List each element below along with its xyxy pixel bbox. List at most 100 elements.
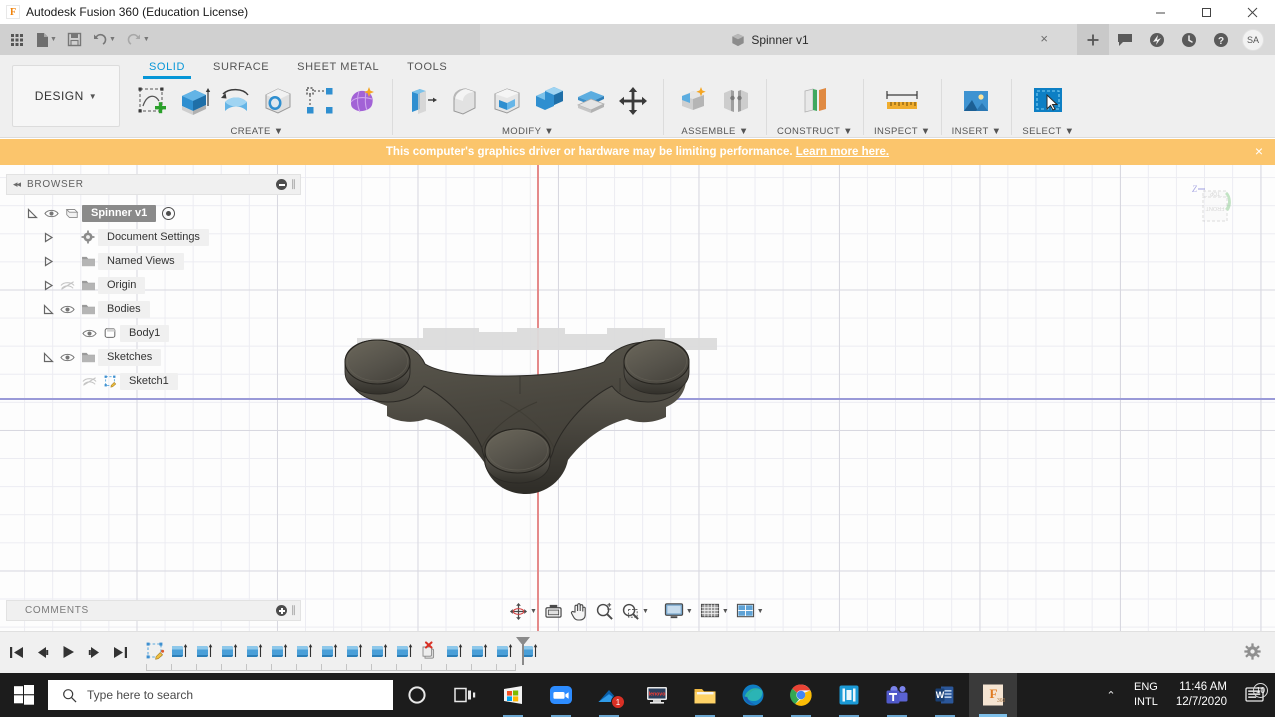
panel-modify-label[interactable]: MODIFY ▼ [502, 126, 554, 137]
app-grid-icon[interactable] [5, 27, 29, 53]
panel-select-label[interactable]: SELECT ▼ [1022, 126, 1074, 137]
action-center-icon[interactable]: 10 [1237, 682, 1271, 704]
chevron-down-icon[interactable]: ▼ [642, 608, 649, 615]
tree-item-sketch1[interactable]: Sketch1 [6, 369, 301, 393]
mail-icon[interactable]: 1 [585, 673, 633, 717]
maximize-button[interactable] [1183, 0, 1229, 24]
file-explorer-icon[interactable] [681, 673, 729, 717]
hole-icon[interactable] [258, 80, 298, 124]
expander-collapsed-icon[interactable] [40, 255, 56, 267]
recent-icon[interactable] [1173, 24, 1205, 55]
visibility-eye-icon[interactable] [56, 304, 78, 315]
comments-resize-grip[interactable]: ∥ [291, 605, 296, 616]
form-icon[interactable] [342, 80, 382, 124]
panel-create-label[interactable]: CREATE ▼ [230, 126, 283, 137]
google-chrome-icon[interactable] [777, 673, 825, 717]
grid-snaps-icon[interactable]: ▼ [697, 600, 732, 622]
expander-expanded-icon[interactable] [24, 207, 40, 219]
browser-resize-grip[interactable]: ∥ [291, 179, 296, 190]
extrude-feature-icon[interactable] [242, 638, 267, 664]
browser-minimize-icon[interactable] [276, 179, 287, 190]
visibility-eye-hidden-icon[interactable] [78, 376, 100, 387]
offset-plane-icon[interactable] [795, 80, 835, 124]
fusion-360-icon[interactable]: F 360 [969, 673, 1017, 717]
tree-item-origin[interactable]: Origin [6, 273, 301, 297]
windows-logo-icon[interactable] [0, 673, 48, 717]
microsoft-store-icon[interactable] [489, 673, 537, 717]
press-pull-icon[interactable] [403, 80, 443, 124]
pattern-icon[interactable] [300, 80, 340, 124]
insert-image-icon[interactable] [956, 80, 996, 124]
visibility-eye-icon[interactable] [40, 208, 62, 219]
chevron-down-icon[interactable]: ▼ [757, 608, 764, 615]
extrude-feature-icon[interactable] [492, 638, 517, 664]
orbit-icon[interactable]: ▼ [506, 600, 540, 623]
expander-collapsed-icon[interactable] [40, 279, 56, 291]
extrude-feature-icon[interactable] [442, 638, 467, 664]
zoom-window-icon[interactable]: ▼ [618, 600, 652, 623]
extrude-feature-icon[interactable] [292, 638, 317, 664]
cortana-icon[interactable] [393, 673, 441, 717]
extrude-icon[interactable] [174, 80, 214, 124]
extrude-feature-icon[interactable] [342, 638, 367, 664]
chevron-down-icon[interactable]: ▼ [143, 36, 150, 43]
tree-item-bodies[interactable]: Bodies [6, 297, 301, 321]
tab-sheet-metal[interactable]: SHEET METAL [283, 57, 393, 79]
job-status-icon[interactable] [1141, 24, 1173, 55]
visibility-eye-icon[interactable] [78, 328, 100, 339]
spinner-3d-model[interactable] [332, 320, 742, 520]
undo-icon[interactable]: ▼ [88, 27, 120, 53]
expander-expanded-icon[interactable] [40, 303, 56, 315]
tree-item-named-views[interactable]: Named Views [6, 249, 301, 273]
step-back-icon[interactable] [32, 641, 52, 663]
joint-icon[interactable] [716, 80, 756, 124]
step-forward-icon[interactable] [84, 641, 104, 663]
microsoft-word-icon[interactable]: W [921, 673, 969, 717]
expander-expanded-icon[interactable] [40, 351, 56, 363]
new-component-icon[interactable] [674, 80, 714, 124]
add-comment-icon[interactable] [276, 605, 287, 616]
tree-item-sketches[interactable]: Sketches [6, 345, 301, 369]
viewports-icon[interactable]: ▼ [733, 600, 767, 622]
timeline-settings-icon[interactable] [1244, 643, 1261, 663]
extrude-feature-icon[interactable] [217, 638, 242, 664]
lenovo-vantage-icon[interactable]: lenovo [633, 673, 681, 717]
go-to-beginning-icon[interactable] [6, 641, 26, 663]
language-indicator[interactable]: ENG INTL [1126, 680, 1166, 710]
task-view-icon[interactable] [441, 673, 489, 717]
tab-tools[interactable]: TOOLS [393, 57, 461, 79]
new-file-icon[interactable]: ▼ [31, 27, 61, 53]
timeline-marker[interactable] [515, 636, 531, 669]
help-icon[interactable]: ? [1205, 24, 1237, 55]
tree-item-body1[interactable]: Body1 [6, 321, 301, 345]
combine-icon[interactable] [529, 80, 569, 124]
avatar[interactable]: SA [1237, 24, 1269, 55]
comments-icon[interactable] [1109, 24, 1141, 55]
chevron-down-icon[interactable]: ▼ [530, 608, 537, 615]
pan-icon[interactable] [567, 600, 591, 623]
panel-inspect-label[interactable]: INSPECT ▼ [874, 126, 931, 137]
extrude-feature-icon[interactable] [367, 638, 392, 664]
error-feature-icon[interactable] [417, 638, 442, 664]
extrude-feature-icon[interactable] [392, 638, 417, 664]
revolve-icon[interactable] [216, 80, 256, 124]
look-at-icon[interactable] [541, 601, 566, 621]
view-cube[interactable]: TOP FRONT Z [1185, 177, 1255, 235]
extrude-feature-icon[interactable] [192, 638, 217, 664]
search-input[interactable]: Type here to search [48, 680, 393, 710]
activate-component-radio[interactable] [162, 206, 176, 220]
close-button[interactable] [1229, 0, 1275, 24]
extrude-feature-icon[interactable] [317, 638, 342, 664]
workspace-selector[interactable]: DESIGN ▼ [12, 65, 120, 127]
shell-icon[interactable] [487, 80, 527, 124]
minimize-button[interactable] [1137, 0, 1183, 24]
comments-panel[interactable]: COMMENTS ∥ [6, 600, 301, 621]
chevron-down-icon[interactable]: ▼ [722, 608, 729, 615]
add-tab-button[interactable] [1077, 24, 1109, 55]
extrude-feature-icon[interactable] [467, 638, 492, 664]
collapse-panel-icon[interactable]: ◂◂ [13, 179, 21, 190]
create-sketch-icon[interactable] [132, 80, 172, 124]
chevron-down-icon[interactable]: ▼ [109, 36, 116, 43]
save-icon[interactable] [63, 27, 86, 53]
close-tab-button[interactable]: × [1040, 32, 1048, 46]
